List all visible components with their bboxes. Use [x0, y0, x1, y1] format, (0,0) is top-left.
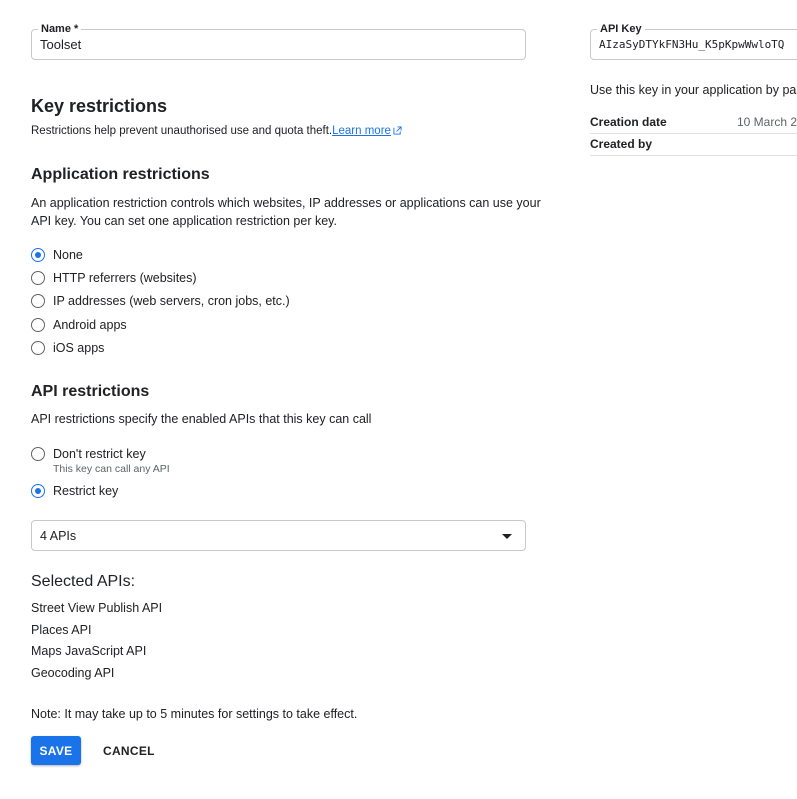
dropdown-arrow-icon[interactable]	[502, 534, 512, 539]
radio-dont-restrict[interactable]	[31, 447, 45, 461]
api-select-dropdown[interactable]: 4 APIs	[31, 520, 526, 551]
api-key-usage-text: Use this key in your application by pass…	[590, 83, 797, 97]
radio-ip-addresses[interactable]	[31, 294, 45, 308]
radio-http-referrers-label: HTTP referrers (websites)	[53, 271, 197, 285]
radio-ios-label: iOS apps	[53, 341, 105, 355]
selected-api-item: Street View Publish API	[31, 601, 163, 615]
meta-divider	[590, 133, 797, 134]
api-restrictions-title: API restrictions	[31, 383, 150, 400]
radio-android[interactable]	[31, 318, 45, 332]
app-restriction-android[interactable]: Android apps	[31, 316, 127, 334]
name-field-value[interactable]: Toolset	[40, 37, 81, 52]
created-by-row: Created by	[590, 137, 797, 151]
app-restriction-http-referrers[interactable]: HTTP referrers (websites)	[31, 269, 197, 287]
creation-date-value: 10 March 20	[737, 115, 797, 129]
name-field-label: Name *	[38, 23, 82, 36]
app-restriction-none[interactable]: None	[31, 246, 83, 264]
app-restriction-ios[interactable]: iOS apps	[31, 339, 104, 357]
external-link-icon[interactable]	[393, 126, 402, 135]
key-restrictions-description: Restrictions help prevent unauthorised u…	[31, 125, 402, 137]
radio-http-referrers[interactable]	[31, 271, 45, 285]
key-restrictions-text: Restrictions help prevent unauthorised u…	[31, 125, 333, 137]
dont-restrict-helper: This key can call any API	[53, 463, 170, 475]
api-restriction-restrict-key[interactable]: Restrict key	[31, 482, 118, 500]
radio-ios[interactable]	[31, 341, 45, 355]
selected-apis-title: Selected APIs:	[31, 573, 136, 590]
radio-ip-addresses-label: IP addresses (web servers, cron jobs, et…	[53, 294, 290, 308]
key-restrictions-title: Key restrictions	[31, 96, 168, 116]
selected-api-item: Geocoding API	[31, 666, 115, 680]
radio-none[interactable]	[31, 248, 45, 262]
app-desc-line1: An application restriction controls whic…	[31, 196, 541, 210]
selected-api-item: Maps JavaScript API	[31, 644, 147, 658]
radio-restrict-key[interactable]	[31, 484, 45, 498]
api-key-value[interactable]: AIzaSyDTYkFN3Hu_K5pKpwWwloTQ	[599, 38, 784, 51]
meta-divider	[590, 155, 797, 156]
api-restriction-dont-restrict[interactable]: Don't restrict key	[31, 445, 146, 463]
creation-date-row: Creation date 10 March 20	[590, 115, 797, 129]
settings-note: Note: It may take up to 5 minutes for se…	[31, 707, 358, 721]
app-restriction-ip-addresses[interactable]: IP addresses (web servers, cron jobs, et…	[31, 292, 290, 310]
radio-none-label: None	[53, 248, 83, 262]
radio-android-label: Android apps	[53, 318, 127, 332]
learn-more-link[interactable]: Learn more	[332, 125, 391, 137]
api-key-label: API Key	[597, 23, 645, 36]
radio-restrict-key-label: Restrict key	[53, 484, 119, 498]
creation-date-label: Creation date	[590, 115, 667, 129]
selected-api-item: Places API	[31, 623, 92, 637]
created-by-label: Created by	[590, 137, 653, 151]
api-restrictions-description: API restrictions specify the enabled API…	[31, 412, 372, 426]
api-key-field[interactable]: API Key AIzaSyDTYkFN3Hu_K5pKpwWwloTQ	[590, 23, 797, 60]
application-restrictions-description: An application restriction controls whic…	[31, 194, 541, 230]
radio-dont-restrict-label: Don't restrict key	[53, 447, 146, 461]
save-button[interactable]: SAVE	[31, 736, 81, 765]
name-field[interactable]: Name * Toolset	[31, 23, 526, 60]
application-restrictions-title: Application restrictions	[31, 166, 210, 183]
app-desc-line2: API key. You can set one application res…	[31, 214, 337, 228]
cancel-button[interactable]: CANCEL	[96, 736, 162, 765]
api-select-value: 4 APIs	[40, 529, 77, 543]
